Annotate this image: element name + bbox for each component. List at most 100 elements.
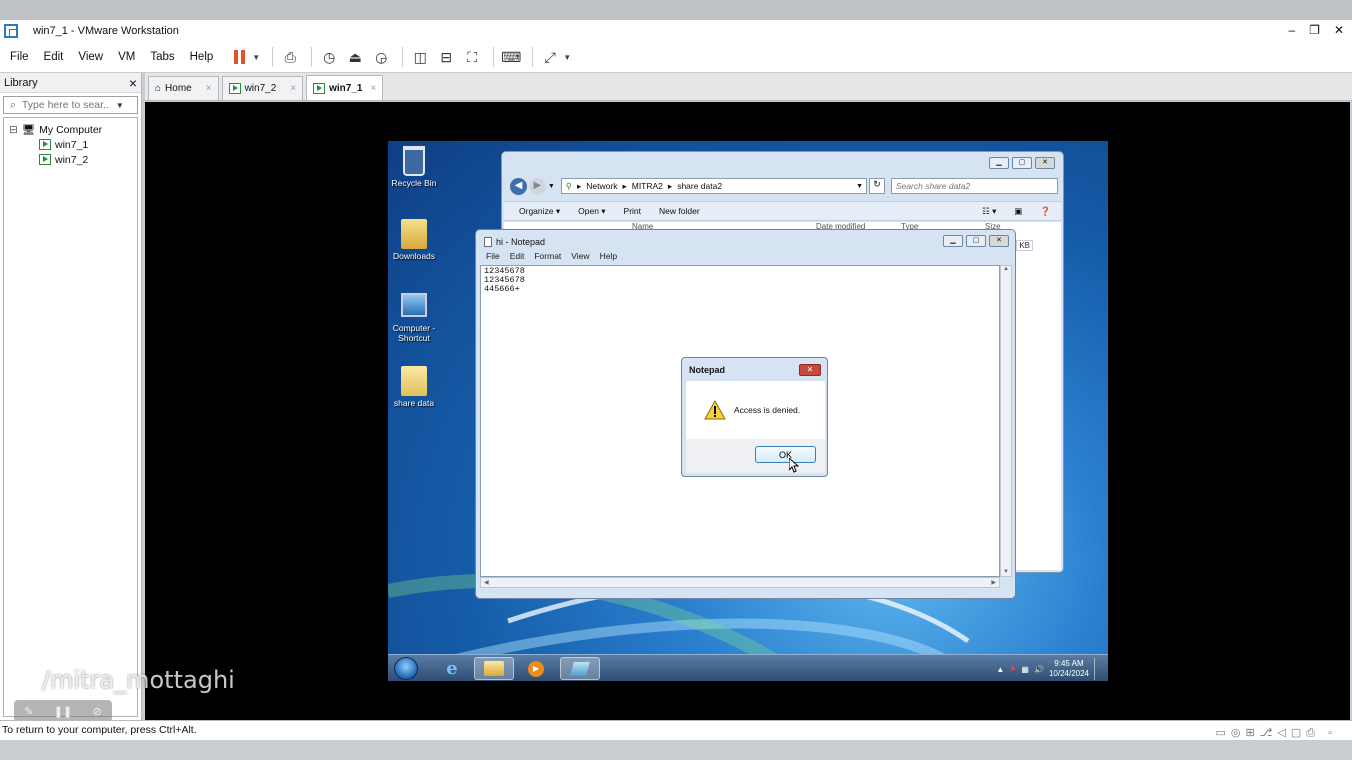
desktop-icon-computer[interactable]: Computer - Shortcut xyxy=(388,293,440,343)
action-center-icon[interactable]: ⚑ xyxy=(1009,665,1016,674)
help-icon[interactable]: ❓ xyxy=(1040,206,1051,217)
dialog-title: Notepad xyxy=(689,365,725,375)
menu-help[interactable]: Help xyxy=(190,51,214,63)
address-bar[interactable]: ⚲ ▸ Network ▸ MITRA2 ▸ share data2 ▼ xyxy=(560,178,868,194)
warning-icon xyxy=(704,400,726,420)
desktop-icon-share-data[interactable]: share data xyxy=(388,366,440,408)
taskbar-media-player[interactable]: ▶ xyxy=(516,657,556,680)
vertical-scrollbar[interactable]: ▲ ▼ xyxy=(1000,265,1012,577)
recycle-bin-icon xyxy=(403,146,425,176)
tab-home[interactable]: ⌂ Home × xyxy=(148,76,219,100)
full-screen-icon[interactable]: ⛶ xyxy=(461,46,483,68)
restore-button[interactable]: ❐ xyxy=(1309,23,1320,37)
network-tray-icon[interactable]: ▦ xyxy=(1021,665,1029,674)
search-dropdown-icon[interactable]: ▼ xyxy=(116,101,124,110)
send-ctrl-alt-del-icon[interactable]: ⎙ xyxy=(279,46,301,68)
menu-vm[interactable]: VM xyxy=(118,51,135,63)
tab-close-icon[interactable]: × xyxy=(370,83,376,94)
preview-pane-icon[interactable]: ▣ xyxy=(1014,206,1022,217)
tab-close-icon[interactable]: × xyxy=(206,83,212,94)
refresh-icon[interactable]: ↻ xyxy=(869,178,885,194)
address-dropdown-icon[interactable]: ▼ xyxy=(856,183,863,190)
edit-icon[interactable]: ✎ xyxy=(24,705,33,718)
desktop-icon-recycle-bin[interactable]: Recycle Bin xyxy=(388,146,440,188)
library-search-input[interactable] xyxy=(21,99,110,111)
stretch-dropdown-icon[interactable]: ▼ xyxy=(563,53,571,62)
notepad-menu-file[interactable]: File xyxy=(486,251,500,264)
new-folder-button[interactable]: New folder xyxy=(659,206,700,216)
clock[interactable]: 9:45 AM 10/24/2024 xyxy=(1049,659,1089,679)
dialog-close-icon[interactable]: ✕ xyxy=(799,364,821,376)
open-button[interactable]: Open ▾ xyxy=(578,206,605,217)
stop-recording-icon[interactable]: ⊘ xyxy=(93,705,102,718)
notepad-menu-view[interactable]: View xyxy=(571,251,589,264)
maximize-icon[interactable]: ▢ xyxy=(966,235,986,247)
thumbnail-bar-icon[interactable]: ⊟ xyxy=(435,46,457,68)
breadcrumb-separator-icon: ▸ xyxy=(667,180,673,191)
explorer-search-input[interactable]: Search share data2 xyxy=(890,178,1059,194)
minimize-icon[interactable]: ▁ xyxy=(943,235,963,247)
start-button[interactable] xyxy=(394,657,418,680)
pause-dropdown-icon[interactable]: ▼ xyxy=(252,53,260,62)
scroll-left-icon[interactable]: ◀ xyxy=(484,579,489,586)
tree-item-win7-1[interactable]: win7_1 xyxy=(4,137,137,152)
breadcrumb-separator-icon: ▸ xyxy=(622,180,627,191)
tree-item-win7-2[interactable]: win7_2 xyxy=(4,152,137,167)
view-options-icon[interactable]: ☷ ▾ xyxy=(982,206,996,217)
breadcrumb-network[interactable]: Network xyxy=(586,181,617,191)
menu-tabs[interactable]: Tabs xyxy=(150,51,174,63)
tab-win7-1[interactable]: win7_1 × xyxy=(306,75,384,100)
volume-icon[interactable]: 🔊 xyxy=(1034,665,1044,674)
show-hidden-icons[interactable]: ▲ xyxy=(996,665,1004,674)
close-icon[interactable]: ✕ xyxy=(989,235,1009,247)
minimize-button[interactable]: – xyxy=(1288,23,1295,37)
show-desktop-button[interactable] xyxy=(1094,658,1100,680)
show-library-icon[interactable]: ◫ xyxy=(409,46,431,68)
maximize-icon[interactable]: ▢ xyxy=(1012,157,1032,169)
tab-close-icon[interactable]: × xyxy=(290,83,296,94)
menu-view[interactable]: View xyxy=(78,51,103,63)
tree-label: win7_1 xyxy=(55,138,89,151)
pause-icon[interactable] xyxy=(228,46,250,68)
scroll-down-icon[interactable]: ▼ xyxy=(1001,569,1011,575)
print-button[interactable]: Print xyxy=(624,206,641,216)
stretch-guest-icon[interactable]: ⤢ xyxy=(539,46,561,68)
minimize-icon[interactable]: ▁ xyxy=(989,157,1009,169)
menu-edit[interactable]: Edit xyxy=(44,51,64,63)
tree-item-my-computer[interactable]: ⊟ 🖥 My Computer xyxy=(4,122,137,137)
revert-snapshot-icon[interactable]: ⏏ xyxy=(344,46,366,68)
taskbar-explorer[interactable] xyxy=(474,657,514,680)
recent-dropdown-icon[interactable]: ▼ xyxy=(548,183,555,190)
guest-desktop[interactable]: Recycle Bin Downloads Computer - Shortcu… xyxy=(388,141,1108,681)
organize-button[interactable]: Organize ▾ xyxy=(519,206,560,217)
back-icon[interactable]: ◀ xyxy=(510,177,527,195)
library-search[interactable]: ⌕ ▼ xyxy=(3,96,138,114)
desktop-icon-downloads[interactable]: Downloads xyxy=(388,219,440,261)
breadcrumb-share-data2[interactable]: share data2 xyxy=(677,181,722,191)
ok-button[interactable]: OK xyxy=(755,446,816,463)
scroll-right-icon[interactable]: ▶ xyxy=(991,579,996,586)
notepad-menu-format[interactable]: Format xyxy=(534,251,561,264)
console-view-icon[interactable]: ⌨ xyxy=(500,46,522,68)
taskbar-ie[interactable]: e xyxy=(432,657,472,680)
screen-top-band xyxy=(0,0,1352,20)
snapshot-manager-icon[interactable]: ◶ xyxy=(370,46,392,68)
close-icon[interactable]: ✕ xyxy=(1035,157,1055,169)
library-close-icon[interactable]: × xyxy=(129,75,137,91)
notepad-menubar: File Edit Format View Help xyxy=(480,251,1011,264)
status-message: To return to your computer, press Ctrl+A… xyxy=(2,724,197,736)
scroll-up-icon[interactable]: ▲ xyxy=(1001,266,1011,272)
pause-recording-icon[interactable]: ❚❚ xyxy=(54,705,72,718)
taskbar-notepad[interactable] xyxy=(560,657,600,680)
close-window-button[interactable]: ✕ xyxy=(1334,23,1344,37)
horizontal-scrollbar[interactable]: ◀ ▶ xyxy=(480,577,1000,588)
notepad-menu-help[interactable]: Help xyxy=(600,251,617,264)
forward-icon[interactable]: ▶ xyxy=(528,177,546,195)
snapshot-icon[interactable]: ◷ xyxy=(318,46,340,68)
tab-win7-2[interactable]: win7_2 × xyxy=(221,76,304,100)
collapse-icon[interactable]: ⊟ xyxy=(9,124,18,136)
notepad-menu-edit[interactable]: Edit xyxy=(510,251,525,264)
menu-file[interactable]: File xyxy=(10,51,29,63)
library-panel: Library × ⌕ ▼ ⊟ 🖥 My Computer win7_1 win… xyxy=(0,73,142,720)
breadcrumb-mitra2[interactable]: MITRA2 xyxy=(632,181,663,191)
